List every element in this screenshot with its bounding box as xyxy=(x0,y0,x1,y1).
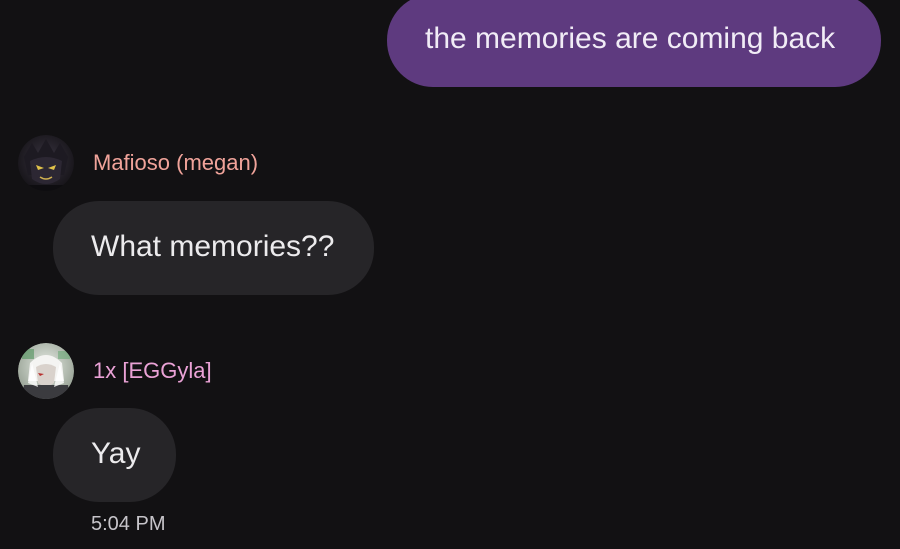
incoming-message-bubble[interactable]: Yay xyxy=(53,408,176,502)
sender-name-mafioso[interactable]: Mafioso (megan) xyxy=(93,152,258,174)
outgoing-message-text: the memories are coming back xyxy=(425,22,836,55)
incoming-message-text: What memories?? xyxy=(91,230,335,263)
message-timestamp: 5:04 PM xyxy=(91,513,166,535)
sender-name-eggyla[interactable]: 1x [EGGyla] xyxy=(93,360,212,382)
incoming-message-text: Yay xyxy=(91,437,141,470)
dark-masked-character-avatar-icon xyxy=(18,135,74,191)
outgoing-message-bubble[interactable]: the memories are coming back xyxy=(387,0,881,87)
white-haired-character-avatar-icon xyxy=(18,343,74,399)
incoming-message-bubble[interactable]: What memories?? xyxy=(53,201,374,295)
chat-thread: the memories are coming back Mafioso (me… xyxy=(0,0,900,549)
sender-avatar-mafioso[interactable] xyxy=(18,135,74,191)
sender-avatar-eggyla[interactable] xyxy=(18,343,74,399)
